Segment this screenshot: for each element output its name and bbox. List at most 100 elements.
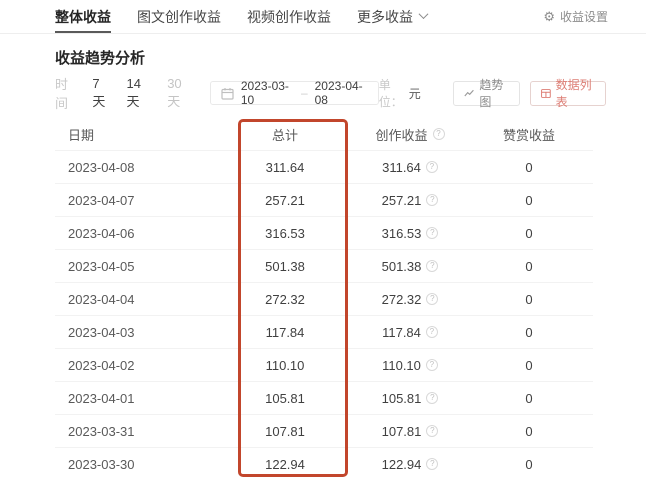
creation-cell: 257.21 [355, 193, 465, 208]
creation-cell: 117.84 [355, 325, 465, 340]
creation-value: 110.10 [382, 358, 421, 373]
reward-cell: 0 [465, 424, 593, 439]
table-row: 2023-04-05 501.38 501.38 0 [55, 249, 593, 282]
info-icon[interactable] [426, 326, 438, 338]
info-icon[interactable] [433, 128, 445, 140]
creation-cell: 316.53 [355, 226, 465, 241]
filter-row: 时间 7天 14天 30天 2023-03-10 – 2023-04-08 单位… [55, 80, 606, 106]
info-icon[interactable] [426, 260, 438, 272]
info-icon[interactable] [426, 161, 438, 173]
date-cell: 2023-04-08 [55, 160, 215, 175]
creation-cell: 501.38 [355, 259, 465, 274]
earnings-table: 日期 总计 创作收益 赞赏收益 2023-04-08 311.64 311.64… [55, 118, 593, 480]
date-range-separator: – [301, 86, 308, 100]
chevron-down-icon [419, 9, 429, 19]
info-icon[interactable] [426, 458, 438, 470]
reward-cell: 0 [465, 193, 593, 208]
info-icon[interactable] [426, 194, 438, 206]
reward-cell: 0 [465, 226, 593, 241]
creation-value: 105.81 [382, 391, 422, 406]
tab-more-label: 更多收益 [357, 7, 413, 27]
table-row: 2023-04-02 110.10 110.10 0 [55, 348, 593, 381]
total-cell: 110.10 [215, 358, 355, 373]
header-total: 总计 [215, 125, 355, 144]
range-option-7d[interactable]: 7天 [92, 76, 110, 110]
reward-cell: 0 [465, 292, 593, 307]
table-body: 2023-04-08 311.64 311.64 0 2023-04-07 25… [55, 150, 593, 480]
table-row: 2023-03-31 107.81 107.81 0 [55, 414, 593, 447]
total-cell: 117.84 [215, 325, 355, 340]
earnings-settings-label: 收益设置 [560, 8, 608, 25]
info-icon[interactable] [426, 359, 438, 371]
time-filter-label: 时间 [55, 74, 78, 112]
total-cell: 107.81 [215, 424, 355, 439]
reward-cell: 0 [465, 259, 593, 274]
date-cell: 2023-04-07 [55, 193, 215, 208]
top-tabbar: 整体收益 图文创作收益 视频创作收益 更多收益 收益设置 [0, 0, 646, 34]
date-cell: 2023-04-06 [55, 226, 215, 241]
creation-cell: 107.81 [355, 424, 465, 439]
creation-cell: 122.94 [355, 457, 465, 472]
tab-video-earnings[interactable]: 视频创作收益 [247, 0, 331, 33]
info-icon[interactable] [426, 392, 438, 404]
info-icon[interactable] [426, 293, 438, 305]
info-icon[interactable] [426, 425, 438, 437]
date-cell: 2023-03-30 [55, 457, 215, 472]
range-option-30d[interactable]: 30天 [167, 76, 192, 110]
earnings-settings-button[interactable]: 收益设置 [543, 0, 608, 33]
gear-icon [543, 9, 560, 25]
range-option-14d[interactable]: 14天 [127, 76, 152, 110]
trend-chart-label: 趋势图 [479, 76, 508, 110]
tab-more-earnings[interactable]: 更多收益 [357, 0, 427, 33]
data-list-button[interactable]: 数据列表 [530, 81, 606, 106]
date-cell: 2023-04-01 [55, 391, 215, 406]
creation-value: 501.38 [382, 259, 422, 274]
info-icon[interactable] [426, 227, 438, 239]
header-creation: 创作收益 [355, 125, 465, 144]
creation-value: 107.81 [382, 424, 422, 439]
creation-cell: 311.64 [355, 160, 465, 175]
table-row: 2023-04-06 316.53 316.53 0 [55, 216, 593, 249]
unit-label: 单位： [379, 76, 409, 110]
creation-value: 272.32 [382, 292, 422, 307]
header-creation-label: 创作收益 [375, 125, 427, 144]
reward-cell: 0 [465, 391, 593, 406]
date-cell: 2023-04-02 [55, 358, 215, 373]
filter-right-group: 单位： 元 趋势图 数据列表 [379, 76, 606, 110]
reward-cell: 0 [465, 160, 593, 175]
table-row: 2023-04-08 311.64 311.64 0 [55, 150, 593, 183]
unit-value: 元 [409, 85, 421, 102]
creation-value: 117.84 [382, 325, 421, 340]
total-cell: 122.94 [215, 457, 355, 472]
date-cell: 2023-03-31 [55, 424, 215, 439]
trend-chart-button[interactable]: 趋势图 [453, 81, 520, 106]
trend-line-icon [464, 88, 475, 99]
total-cell: 272.32 [215, 292, 355, 307]
date-range-picker[interactable]: 2023-03-10 – 2023-04-08 [210, 81, 379, 105]
creation-value: 257.21 [382, 193, 422, 208]
creation-cell: 272.32 [355, 292, 465, 307]
date-cell: 2023-04-05 [55, 259, 215, 274]
header-date: 日期 [55, 125, 215, 144]
table-header-row: 日期 总计 创作收益 赞赏收益 [55, 118, 593, 150]
header-reward: 赞赏收益 [465, 125, 593, 144]
creation-value: 316.53 [382, 226, 422, 241]
creation-value: 122.94 [382, 457, 422, 472]
table-row: 2023-03-30 122.94 122.94 0 [55, 447, 593, 480]
creation-cell: 105.81 [355, 391, 465, 406]
date-range-start: 2023-03-10 [241, 79, 294, 107]
total-cell: 501.38 [215, 259, 355, 274]
date-cell: 2023-04-03 [55, 325, 215, 340]
total-cell: 105.81 [215, 391, 355, 406]
table-row: 2023-04-07 257.21 257.21 0 [55, 183, 593, 216]
table-row: 2023-04-01 105.81 105.81 0 [55, 381, 593, 414]
page-title: 收益趋势分析 [55, 47, 606, 68]
data-list-label: 数据列表 [556, 76, 595, 110]
total-cell: 257.21 [215, 193, 355, 208]
table-row: 2023-04-03 117.84 117.84 0 [55, 315, 593, 348]
creation-cell: 110.10 [355, 358, 465, 373]
tab-article-earnings[interactable]: 图文创作收益 [137, 0, 221, 33]
tab-overall-earnings[interactable]: 整体收益 [55, 0, 111, 33]
reward-cell: 0 [465, 358, 593, 373]
data-list-icon [541, 88, 551, 99]
